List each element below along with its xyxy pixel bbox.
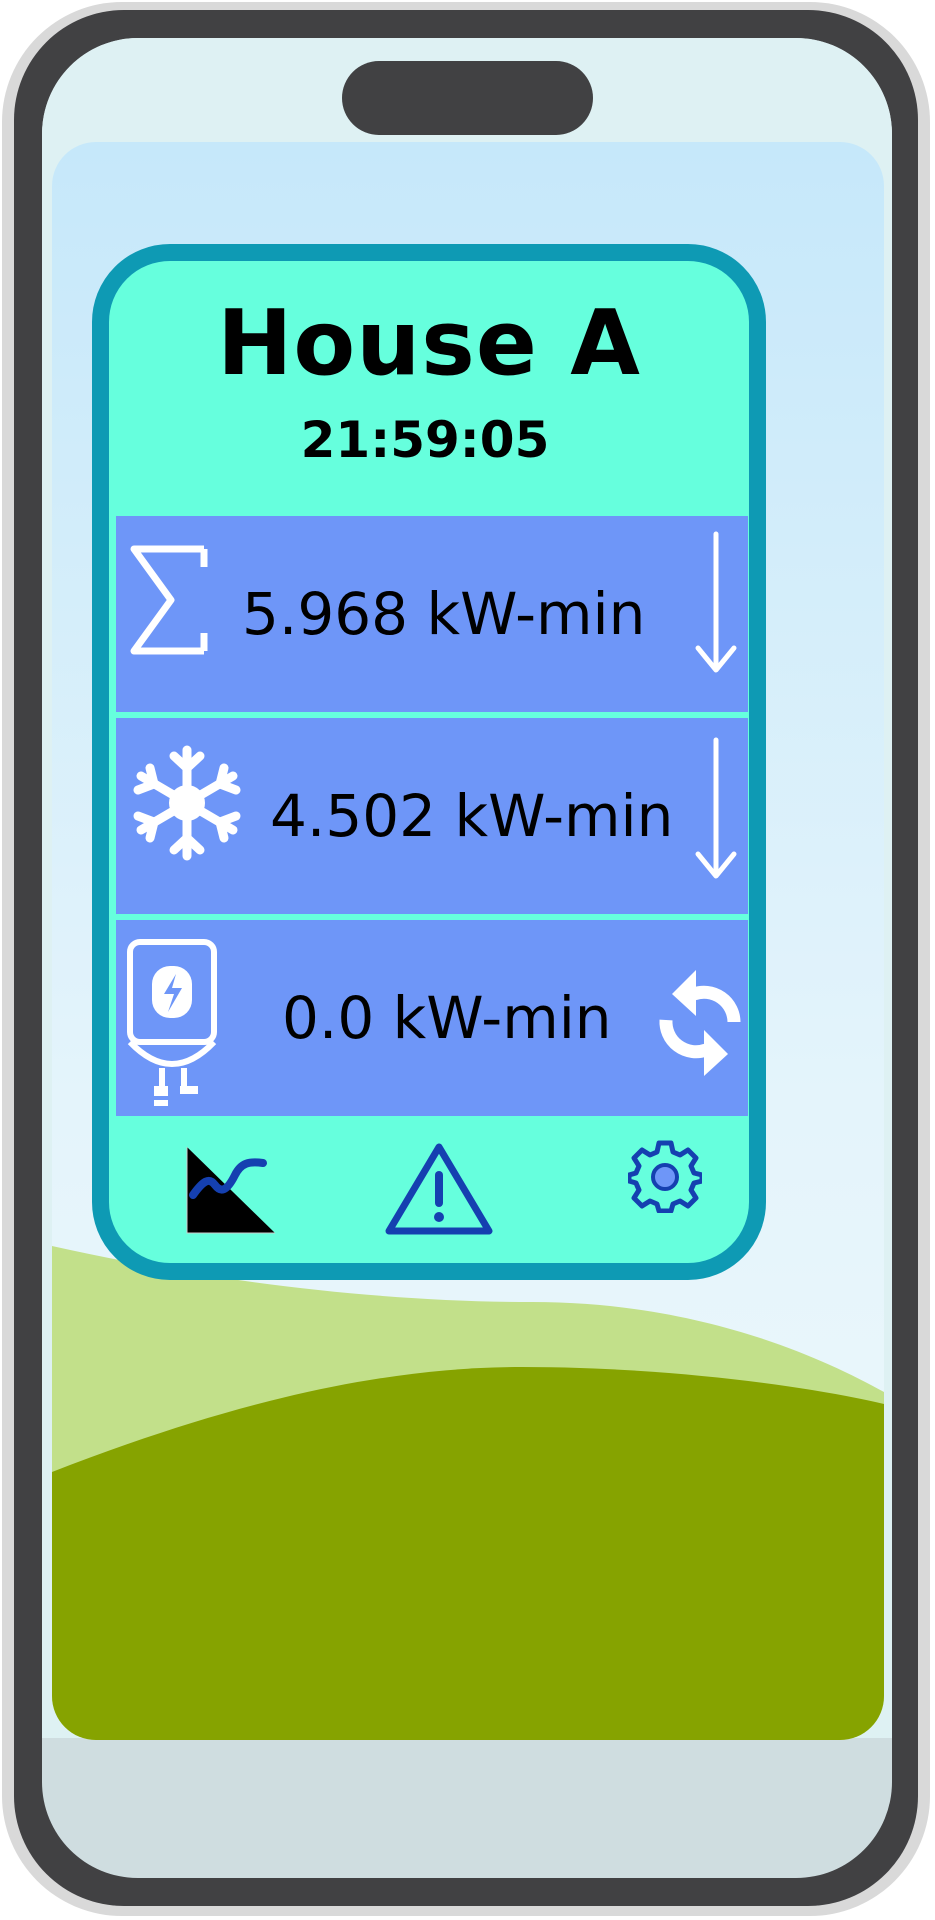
- arrow-down-icon: [692, 528, 740, 682]
- energy-row-water-heater[interactable]: 0.0 kW-min: [116, 920, 748, 1116]
- energy-row-cooling-value: 4.502 kW-min: [270, 782, 674, 850]
- phone-notch: [342, 61, 593, 135]
- refresh-icon: [654, 960, 744, 1084]
- chart-icon[interactable]: [179, 1141, 279, 1245]
- house-title: House A: [217, 291, 641, 396]
- house-card: House A 21:59:05 5.968 kW-min 4.502 kW-m…: [92, 244, 766, 1280]
- snowflake-icon: [126, 742, 248, 868]
- energy-row-total-value: 5.968 kW-min: [242, 580, 646, 648]
- arrow-down-icon: [692, 734, 740, 888]
- warning-icon[interactable]: [383, 1141, 495, 1241]
- energy-row-total[interactable]: 5.968 kW-min: [116, 516, 748, 712]
- sum-icon: [126, 541, 210, 663]
- energy-row-cooling[interactable]: 4.502 kW-min: [116, 718, 748, 914]
- gear-icon[interactable]: [626, 1139, 705, 1217]
- water-heater-icon: [126, 936, 218, 1112]
- energy-row-water-heater-value: 0.0 kW-min: [282, 984, 612, 1052]
- house-clock: 21:59:05: [300, 411, 550, 469]
